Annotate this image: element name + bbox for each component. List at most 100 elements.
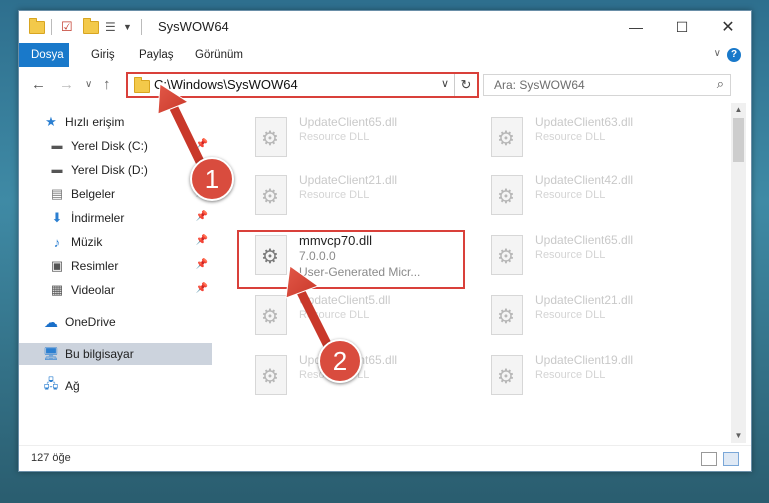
- file-name: UpdateClient65.dll: [535, 233, 634, 247]
- network-icon: 🖧: [43, 376, 59, 391]
- up-button[interactable]: ↑: [103, 76, 111, 93]
- file-name: UpdateClient19.dll: [535, 353, 634, 367]
- search-icon: ⌕: [716, 76, 724, 91]
- recent-locations-button[interactable]: ∨: [85, 79, 92, 90]
- close-button[interactable]: ✕: [705, 11, 751, 43]
- item-count: 127 öğe: [31, 452, 71, 464]
- nav-item-pictures[interactable]: ▣ Resimler 📌: [19, 255, 212, 277]
- dll-file-icon: [255, 355, 287, 395]
- file-name: UpdateClient42.dll: [535, 173, 634, 187]
- file-item[interactable]: UpdateClient65.dll Resource DLL: [485, 227, 705, 283]
- nav-item-quick-access[interactable]: ★ Hızlı erişim: [19, 111, 212, 133]
- vertical-scrollbar[interactable]: ▲ ▼: [731, 103, 746, 443]
- file-item[interactable]: UpdateClient21.dll Resource DLL: [485, 287, 705, 343]
- navigation-pane: ★ Hızlı erişim ▬ Yerel Disk (C:) 📌 ▬ Yer…: [19, 103, 212, 441]
- file-item[interactable]: UpdateClient42.dll Resource DLL: [485, 167, 705, 223]
- search-placeholder: Ara: SysWOW64: [494, 78, 585, 92]
- drive-icon: ▬: [51, 140, 63, 152]
- address-row: ← → ∨ ↑ C:\Windows\SysWOW64 ∨ ↻ Ara: Sys…: [19, 67, 751, 101]
- new-folder-icon[interactable]: [83, 17, 99, 34]
- nav-label: Resimler: [71, 259, 119, 273]
- pin-icon[interactable]: 📌: [196, 211, 208, 222]
- nav-item-this-pc[interactable]: 🖥 Bu bilgisayar: [19, 343, 212, 365]
- details-view-icon[interactable]: [701, 452, 717, 466]
- pin-icon[interactable]: 📌: [196, 259, 208, 270]
- step-badge-2: 2: [318, 339, 362, 383]
- file-description: Resource DLL: [535, 309, 606, 321]
- file-name: UpdateClient65.dll: [299, 115, 398, 129]
- dll-file-icon: [255, 175, 287, 215]
- nav-item-disk-d[interactable]: ▬ Yerel Disk (D:): [19, 159, 212, 181]
- nav-label: OneDrive: [65, 315, 116, 329]
- nav-item-network[interactable]: 🖧 Ağ: [19, 375, 212, 397]
- nav-item-disk-c[interactable]: ▬ Yerel Disk (C:) 📌: [19, 135, 212, 157]
- step-badge-1: 1: [190, 157, 234, 201]
- music-icon: ♪: [53, 234, 61, 250]
- refresh-icon[interactable]: ↻: [454, 74, 477, 96]
- nav-label: Hızlı erişim: [65, 115, 125, 129]
- ribbon: Dosya Giriş Paylaş Görünüm ∨ ?: [19, 43, 751, 99]
- dll-file-icon: [491, 117, 523, 157]
- forward-button[interactable]: →: [59, 76, 74, 93]
- quick-access-toolbar: [29, 17, 45, 36]
- expand-ribbon-icon[interactable]: ∨: [714, 48, 721, 59]
- file-item[interactable]: UpdateClient21.dll Resource DLL: [249, 167, 469, 223]
- dll-file-icon: [255, 295, 287, 335]
- file-item[interactable]: UpdateClient19.dll Resource DLL: [485, 347, 705, 403]
- scroll-up-icon[interactable]: ▲: [731, 103, 746, 117]
- file-name: UpdateClient5.dll: [299, 293, 391, 307]
- file-item[interactable]: UpdateClient63.dll Resource DLL: [485, 109, 705, 165]
- dll-file-icon: [491, 355, 523, 395]
- minimize-button[interactable]: —: [613, 11, 659, 43]
- address-dropdown-icon[interactable]: ∨: [441, 77, 449, 90]
- nav-label: Belgeler: [71, 187, 116, 201]
- address-path: C:\Windows\SysWOW64: [154, 77, 298, 92]
- scrollbar-thumb[interactable]: [733, 118, 744, 162]
- large-icons-view-icon[interactable]: [723, 452, 739, 466]
- search-box[interactable]: Ara: SysWOW64 ⌕: [483, 74, 731, 96]
- nav-label: Bu bilgisayar: [65, 347, 134, 361]
- dll-file-icon: [491, 295, 523, 335]
- pin-icon[interactable]: 📌: [196, 235, 208, 246]
- customize-toolbar-icon[interactable]: ☰: [105, 18, 116, 36]
- file-description: Resource DLL: [535, 369, 606, 381]
- computer-icon: 🖥: [42, 346, 60, 361]
- explorer-window: ☑ ☰ ▼ SysWOW64 — ☐ ✕ Dosya Giriş Paylaş …: [18, 10, 752, 472]
- pin-icon[interactable]: 📌: [196, 139, 208, 150]
- chevron-down-icon[interactable]: ▼: [123, 18, 132, 36]
- status-bar: 127 öğe: [19, 445, 751, 470]
- drive-icon: ▬: [51, 164, 63, 176]
- scroll-down-icon[interactable]: ▼: [731, 429, 746, 443]
- file-item[interactable]: UpdateClient5.dll Resource DLL: [249, 287, 469, 343]
- file-description: Resource DLL: [299, 189, 370, 201]
- nav-item-videos[interactable]: ▦ Videolar 📌: [19, 279, 212, 301]
- nav-item-downloads[interactable]: ⬇ İndirmeler 📌: [19, 207, 212, 229]
- nav-item-documents[interactable]: ▤ Belgeler 📌: [19, 183, 212, 205]
- folder-icon[interactable]: [29, 17, 45, 34]
- nav-label: İndirmeler: [71, 211, 125, 225]
- file-name: UpdateClient21.dll: [535, 293, 634, 307]
- file-description: Resource DLL: [535, 249, 606, 261]
- tab-home[interactable]: Giriş: [81, 43, 125, 67]
- nav-item-onedrive[interactable]: ☁ OneDrive: [19, 311, 212, 333]
- window-title: SysWOW64: [158, 19, 229, 34]
- pin-icon[interactable]: 📌: [196, 283, 208, 294]
- file-name: UpdateClient21.dll: [299, 173, 398, 187]
- help-button[interactable]: ?: [727, 48, 741, 62]
- tab-view[interactable]: Görünüm: [185, 43, 253, 67]
- cloud-icon: ☁: [44, 313, 58, 330]
- back-button[interactable]: ←: [31, 76, 46, 93]
- title-bar: ☑ ☰ ▼ SysWOW64 — ☐ ✕: [19, 11, 751, 43]
- file-name: UpdateClient63.dll: [535, 115, 634, 129]
- nav-label: Yerel Disk (C:): [71, 139, 148, 153]
- maximize-button[interactable]: ☐: [659, 11, 705, 43]
- nav-label: Müzik: [71, 235, 103, 249]
- file-item[interactable]: UpdateClient65.dll Resource DLL: [249, 109, 469, 165]
- file-description: Resource DLL: [299, 131, 370, 143]
- folder-icon: [134, 77, 150, 93]
- address-bar[interactable]: C:\Windows\SysWOW64 ∨ ↻: [126, 72, 479, 98]
- nav-item-music[interactable]: ♪ Müzik 📌: [19, 231, 212, 253]
- tab-share[interactable]: Paylaş: [129, 43, 184, 67]
- properties-icon[interactable]: ☑: [61, 18, 73, 36]
- file-description: Resource DLL: [535, 131, 606, 143]
